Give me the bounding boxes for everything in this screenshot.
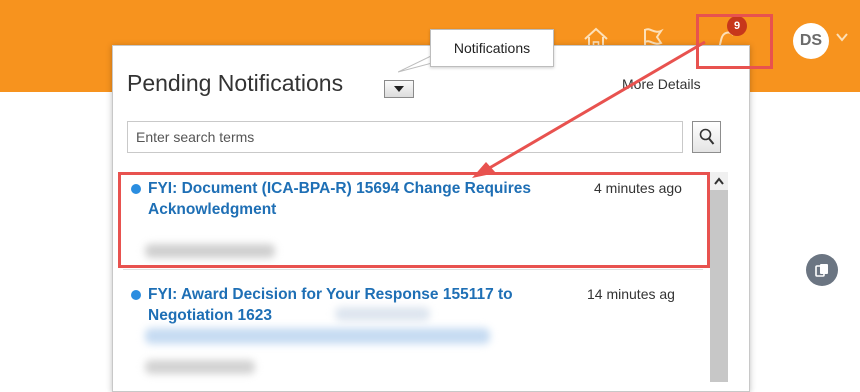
annotation-arrow-icon xyxy=(472,40,706,178)
floating-action-button[interactable] xyxy=(806,254,838,286)
copy-icon xyxy=(815,264,828,277)
